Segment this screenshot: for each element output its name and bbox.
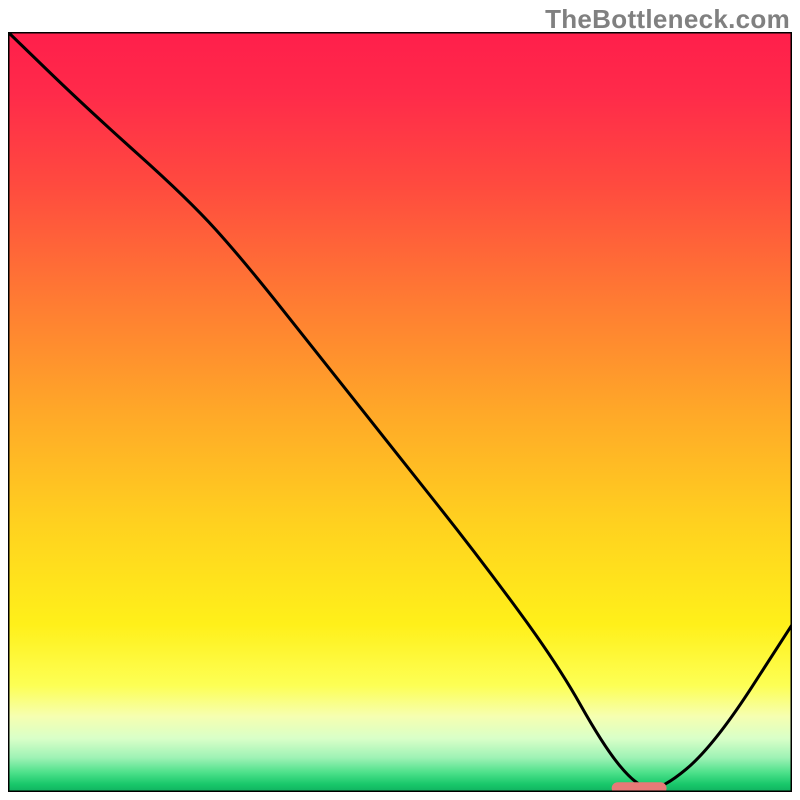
gradient-background [8,32,792,792]
watermark-text: TheBottleneck.com [545,4,790,35]
chart-container: TheBottleneck.com [0,0,800,800]
chart-plot-area [8,32,792,792]
chart-svg [8,32,792,792]
